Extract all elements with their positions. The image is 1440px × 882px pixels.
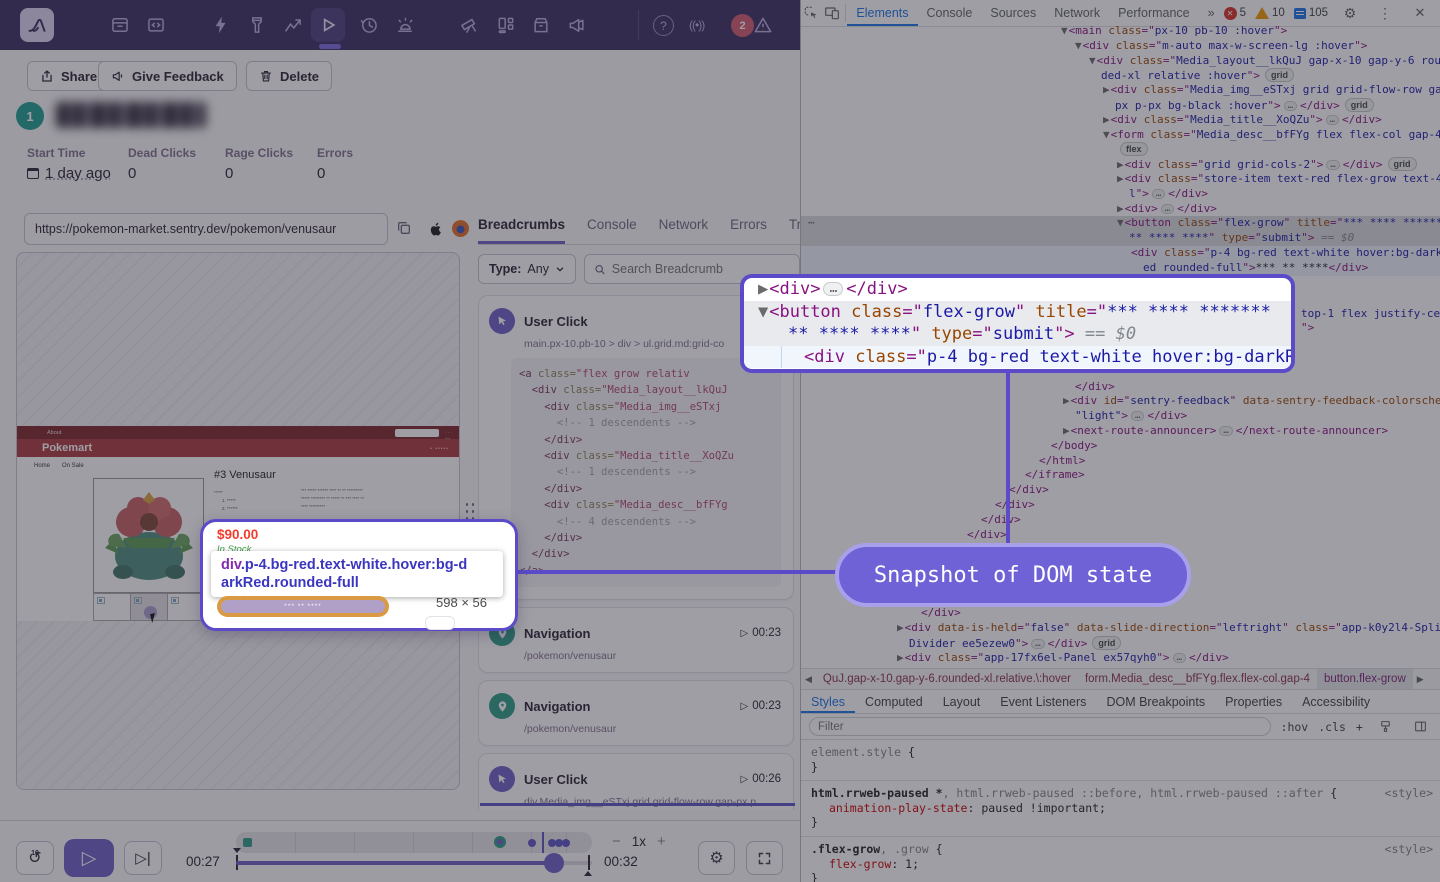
annotation-label: Snapshot of DOM state	[835, 543, 1191, 607]
highlighted-buy-button[interactable]: *** ** ****	[217, 596, 389, 617]
dim-overlay	[0, 0, 1440, 882]
dom-snippet-callout: ▶<div>…</div>▼<button class="flex-grow" …	[740, 274, 1295, 373]
code-segment: ="	[1087, 302, 1107, 322]
code-segment: *** **** *******	[1107, 302, 1271, 322]
code-segment: <div>	[769, 279, 820, 299]
code-segment: "	[911, 324, 931, 344]
code-segment: class	[851, 302, 902, 322]
price: $90.00	[217, 527, 258, 542]
inspector-tooltip: div.p-4.bg-red.text-white.hover:bg-d ark…	[211, 551, 503, 597]
code-segment: ▶	[758, 279, 768, 299]
dom-callout-row: ▶<div>…</div>	[744, 278, 1291, 301]
dom-callout-row: <div class="p-4 bg-red text-white hover:…	[744, 346, 1291, 369]
annotation-connector-horizontal	[514, 570, 838, 574]
code-segment: == $0	[1075, 324, 1136, 344]
dom-callout-row: ▼<button class="flex-grow" title="*** **…	[744, 301, 1291, 324]
code-segment: ="	[972, 324, 992, 344]
code-segment: "	[1015, 302, 1035, 322]
screen: ? ((•)) 2 Share Give Feedback Delete 1 S…	[0, 0, 1440, 882]
code-segment: ">	[1054, 324, 1074, 344]
annotation-connector-vertical	[1006, 371, 1010, 545]
inspected-element-highlight: $90.00 In Stock div.p-4.bg-red.text-whit…	[200, 519, 518, 631]
code-segment: </div>	[846, 279, 907, 299]
code-segment: flex-grow	[923, 302, 1015, 322]
code-segment: class	[855, 347, 906, 367]
feedback-widget-chip	[425, 616, 455, 630]
code-segment: ▼	[758, 302, 768, 322]
code-segment: type	[931, 324, 972, 344]
code-segment: p-4 bg-red text-white hover:bg-darkR	[927, 347, 1295, 367]
code-segment: ="	[902, 302, 922, 322]
dom-callout-row: ** **** ****" type="submit"> == $0	[744, 323, 1291, 346]
code-segment: …	[823, 282, 843, 296]
code-segment: title	[1035, 302, 1086, 322]
code-segment: <button	[769, 302, 851, 322]
code-segment: <div	[804, 347, 855, 367]
tooltip-element: div	[221, 557, 241, 573]
code-segment: submit	[993, 324, 1054, 344]
code-segment: ** **** ****	[788, 324, 911, 344]
tooltip-dimensions: 598 × 56	[436, 594, 487, 612]
code-segment: ="	[906, 347, 926, 367]
